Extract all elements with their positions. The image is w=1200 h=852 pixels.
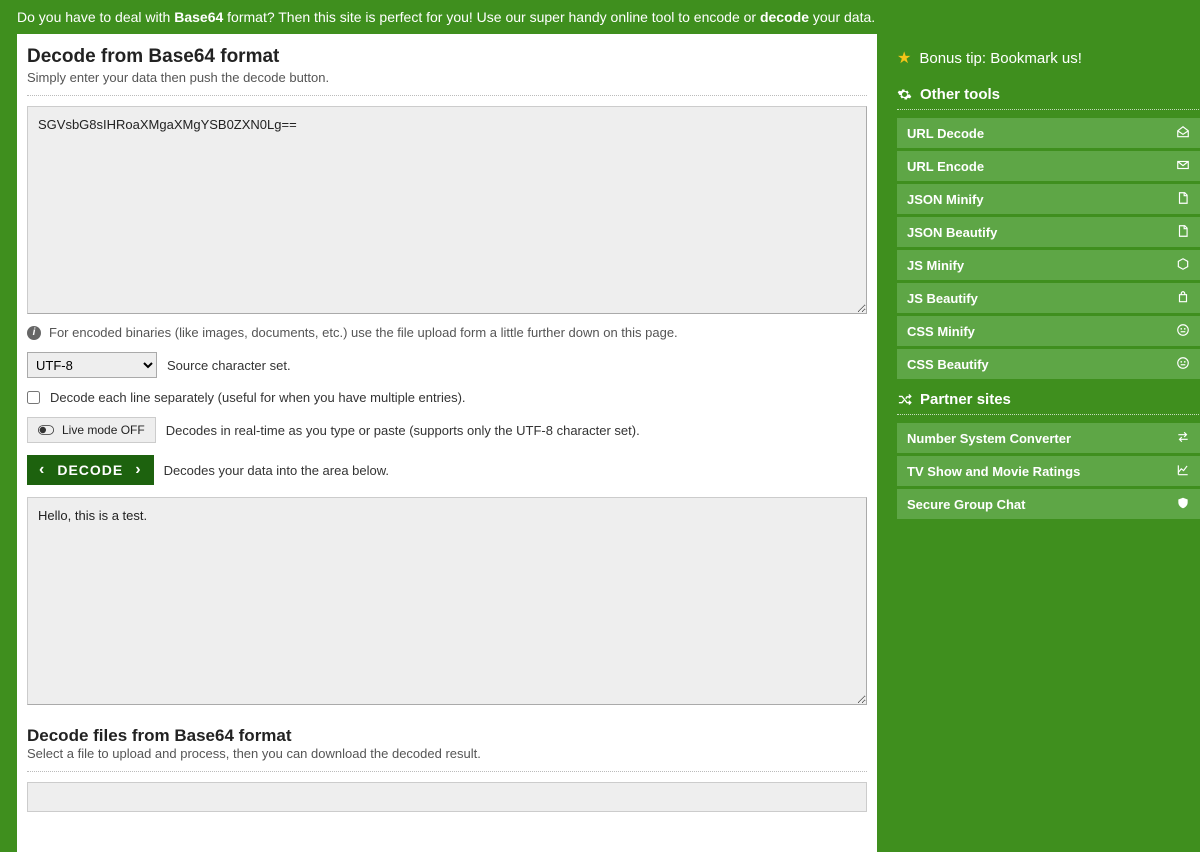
decode-lines-checkbox[interactable] — [27, 391, 40, 404]
sidebar-tool-4[interactable]: JS Minify — [897, 250, 1200, 280]
sidebar-tool-7[interactable]: CSS Beautify — [897, 349, 1200, 379]
sidebar-tool-5[interactable]: JS Beautify — [897, 283, 1200, 313]
sidebar-tool-2[interactable]: JSON Minify — [897, 184, 1200, 214]
sidebar-partner-1[interactable]: TV Show and Movie Ratings — [897, 456, 1200, 486]
binary-hint: For encoded binaries (like images, docum… — [49, 325, 678, 340]
sidebar-partner-2-label: Secure Group Chat — [907, 497, 1025, 512]
bag-icon — [1175, 290, 1191, 307]
tagline-bold2: decode — [760, 9, 809, 25]
charset-label: Source character set. — [167, 358, 291, 373]
mail-open-icon — [1175, 125, 1191, 142]
chevron-left-icon: ‹ — [39, 462, 45, 478]
file-section-subtitle: Select a file to upload and process, the… — [27, 746, 867, 761]
sidebar-tool-1[interactable]: URL Encode — [897, 151, 1200, 181]
shield-icon — [1175, 496, 1191, 513]
divider — [897, 109, 1200, 110]
sidebar-tool-4-label: JS Minify — [907, 258, 964, 273]
swap-icon — [1175, 430, 1191, 447]
chevron-right-icon: › — [135, 462, 141, 478]
divider — [897, 414, 1200, 415]
partner-sites-header: Partner sites — [897, 391, 1200, 408]
other-tools-header: Other tools — [897, 86, 1200, 103]
tagline-part3: your data. — [809, 9, 875, 25]
sidebar-tool-7-label: CSS Beautify — [907, 357, 989, 372]
live-mode-label: Decodes in real-time as you type or past… — [166, 423, 640, 438]
sidebar-partner-2[interactable]: Secure Group Chat — [897, 489, 1200, 519]
file-upload-box[interactable] — [27, 782, 867, 812]
tagline-part2: format? Then this site is perfect for yo… — [223, 9, 760, 25]
file-icon — [1175, 191, 1191, 208]
live-mode-button[interactable]: Live mode OFF — [27, 417, 156, 443]
tagline-bold1: Base64 — [174, 9, 223, 25]
face-icon — [1175, 356, 1191, 373]
main-panel: Decode from Base64 format Simply enter y… — [17, 34, 877, 852]
file-section-title: Decode files from Base64 format — [27, 726, 867, 746]
decode-button[interactable]: ‹ DECODE › — [27, 455, 154, 485]
decode-label: Decodes your data into the area below. — [164, 463, 389, 478]
shuffle-icon — [897, 392, 912, 407]
bonus-tip: ★ Bonus tip: Bookmark us! — [897, 48, 1200, 68]
charset-select[interactable]: UTF-8 — [27, 352, 157, 378]
output-textarea[interactable] — [27, 497, 867, 705]
sidebar-tool-3[interactable]: JSON Beautify — [897, 217, 1200, 247]
sidebar-tool-3-label: JSON Beautify — [907, 225, 997, 240]
star-icon: ★ — [897, 48, 911, 68]
info-icon: i — [27, 326, 41, 340]
divider — [27, 95, 867, 96]
hex-icon — [1175, 257, 1191, 274]
decode-title: Decode from Base64 format — [27, 46, 867, 68]
sidebar-partner-1-label: TV Show and Movie Ratings — [907, 464, 1080, 479]
file-icon — [1175, 224, 1191, 241]
top-tagline: Do you have to deal with Base64 format? … — [0, 0, 1200, 34]
sidebar-partner-0-label: Number System Converter — [907, 431, 1071, 446]
face-icon — [1175, 323, 1191, 340]
decode-lines-label: Decode each line separately (useful for … — [50, 390, 466, 405]
sidebar-tool-0-label: URL Decode — [907, 126, 984, 141]
sidebar-tool-1-label: URL Encode — [907, 159, 984, 174]
decode-subtitle: Simply enter your data then push the dec… — [27, 70, 867, 85]
sidebar-tool-5-label: JS Beautify — [907, 291, 978, 306]
sidebar-tool-6[interactable]: CSS Minify — [897, 316, 1200, 346]
toggle-icon — [38, 425, 54, 435]
tagline-part1: Do you have to deal with — [17, 9, 174, 25]
chart-icon — [1175, 463, 1191, 480]
sidebar-partner-0[interactable]: Number System Converter — [897, 423, 1200, 453]
sidebar-tool-2-label: JSON Minify — [907, 192, 984, 207]
mail-icon — [1175, 158, 1191, 175]
sidebar-tool-6-label: CSS Minify — [907, 324, 975, 339]
sidebar-tool-0[interactable]: URL Decode — [897, 118, 1200, 148]
divider — [27, 771, 867, 772]
sidebar: ★ Bonus tip: Bookmark us! Other tools UR… — [897, 34, 1200, 522]
input-textarea[interactable] — [27, 106, 867, 314]
gear-icon — [897, 87, 912, 102]
